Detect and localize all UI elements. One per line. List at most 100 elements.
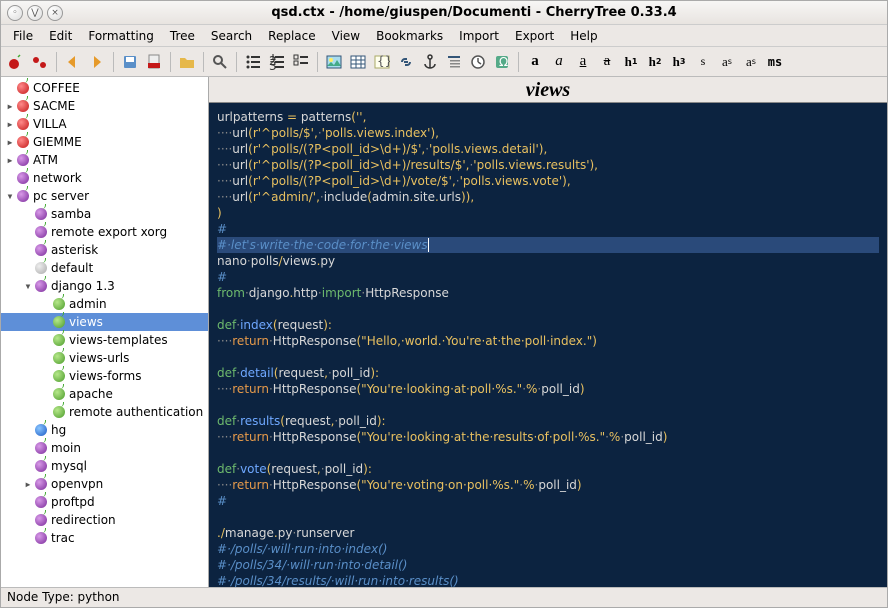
format-bold-icon[interactable]: a [524,51,546,73]
cherry-icon [17,172,29,184]
tree-node-label: apache [69,387,113,401]
save-icon[interactable] [119,51,141,73]
cherry-icon [17,190,29,202]
code-editor[interactable]: urlpatterns = patterns('', ····url(r'^po… [209,103,887,587]
menu-search[interactable]: Search [203,27,260,45]
separator [170,52,171,72]
menu-edit[interactable]: Edit [41,27,80,45]
tree-panel[interactable]: COFFEE▸SACME▸VILLA▸GIEMME▸ATMnetwork▾pc … [1,77,209,587]
tree-node[interactable]: remote authentication [1,403,208,421]
insert-toc-icon[interactable] [443,51,465,73]
minimize-button[interactable]: ⋁ [27,5,43,21]
cherry-icon [53,298,65,310]
window-menu-button[interactable]: ◦ [7,5,23,21]
format-small-icon[interactable]: s [692,51,714,73]
add-node-icon[interactable] [5,51,27,73]
tree-node[interactable]: ▸openvpn [1,475,208,493]
tree-node-label: mysql [51,459,87,473]
tree-node[interactable]: admin [1,295,208,313]
tree-node[interactable]: moin [1,439,208,457]
add-subnode-icon[interactable] [29,51,51,73]
cherry-icon [35,226,47,238]
tree-node[interactable]: proftpd [1,493,208,511]
svg-text:{}: {} [377,54,390,68]
close-button[interactable]: × [47,5,63,21]
tree-node[interactable]: samba [1,205,208,223]
tree-node[interactable]: asterisk [1,241,208,259]
tree-node[interactable]: ▸ GIEMME [1,133,208,151]
insert-link-icon[interactable] [395,51,417,73]
menu-file[interactable]: File [5,27,41,45]
list-numbered-icon[interactable]: 123 [266,51,288,73]
separator [236,52,237,72]
insert-table-icon[interactable] [347,51,369,73]
insert-special-char-icon[interactable]: Ω [491,51,513,73]
tree-node[interactable]: views [1,313,208,331]
insert-codebox-icon[interactable]: {} [371,51,393,73]
expander-icon[interactable]: ▾ [5,189,15,203]
format-superscript-icon[interactable]: as [716,51,738,73]
expander-icon[interactable]: ▸ [5,99,15,113]
separator [518,52,519,72]
tree-node-label: GIEMME [33,135,82,149]
format-monospace-icon[interactable]: ms [764,51,786,73]
open-folder-icon[interactable] [176,51,198,73]
insert-image-icon[interactable] [323,51,345,73]
menu-import[interactable]: Import [451,27,507,45]
forward-icon[interactable] [86,51,108,73]
tree-node[interactable]: default [1,259,208,277]
tree-node[interactable]: apache [1,385,208,403]
export-pdf-icon[interactable] [143,51,165,73]
menu-bookmarks[interactable]: Bookmarks [368,27,451,45]
app-window: ◦ ⋁ × qsd.ctx - /home/giuspen/Documenti … [0,0,888,608]
menu-tree[interactable]: Tree [162,27,203,45]
toolbar: 123 {} Ω a a a a h1 h2 h3 s as as ms [1,47,887,77]
menu-formatting[interactable]: Formatting [80,27,162,45]
tree-node[interactable]: views-urls [1,349,208,367]
format-h2-icon[interactable]: h2 [644,51,666,73]
tree-node[interactable]: mysql [1,457,208,475]
expander-icon[interactable]: ▸ [5,117,15,131]
tree-node[interactable]: views-templates [1,331,208,349]
menu-view[interactable]: View [324,27,368,45]
tree-node[interactable]: remote export xorg [1,223,208,241]
tree-node-label: admin [69,297,107,311]
tree-node[interactable]: hg [1,421,208,439]
cherry-icon [53,370,65,382]
tree-node-label: django 1.3 [51,279,115,293]
tree-node-label: views-templates [69,333,168,347]
tree-node[interactable]: views-forms [1,367,208,385]
tree-node[interactable]: ▸VILLA [1,115,208,133]
expander-icon[interactable]: ▸ [5,135,15,149]
tree-node[interactable]: ▾ django 1.3 [1,277,208,295]
menu-help[interactable]: Help [562,27,605,45]
format-subscript-icon[interactable]: as [740,51,762,73]
format-strikethrough-icon[interactable]: a [596,51,618,73]
titlebar: ◦ ⋁ × qsd.ctx - /home/giuspen/Documenti … [1,1,887,25]
tree-node[interactable]: trac [1,529,208,547]
window-title: qsd.ctx - /home/giuspen/Documenti - Cher… [67,5,881,20]
format-italic-icon[interactable]: a [548,51,570,73]
back-icon[interactable] [62,51,84,73]
tree-node[interactable]: redirection [1,511,208,529]
format-underline-icon[interactable]: a [572,51,594,73]
list-bulleted-icon[interactable] [242,51,264,73]
list-todo-icon[interactable] [290,51,312,73]
insert-anchor-icon[interactable] [419,51,441,73]
tree-node[interactable]: ▸ATM [1,151,208,169]
tree-node[interactable]: COFFEE [1,79,208,97]
expander-icon[interactable]: ▾ [23,279,33,293]
menu-replace[interactable]: Replace [260,27,323,45]
expander-icon[interactable]: ▸ [23,477,33,491]
svg-text:3: 3 [269,59,277,70]
format-h3-icon[interactable]: h3 [668,51,690,73]
tree-node[interactable]: network [1,169,208,187]
find-icon[interactable] [209,51,231,73]
tree-node[interactable]: ▸ SACME [1,97,208,115]
tree-node[interactable]: ▾pc server [1,187,208,205]
format-h1-icon[interactable]: h1 [620,51,642,73]
expander-icon[interactable]: ▸ [5,153,15,167]
insert-timestamp-icon[interactable] [467,51,489,73]
menu-export[interactable]: Export [507,27,562,45]
tree-node-label: SACME [33,99,75,113]
